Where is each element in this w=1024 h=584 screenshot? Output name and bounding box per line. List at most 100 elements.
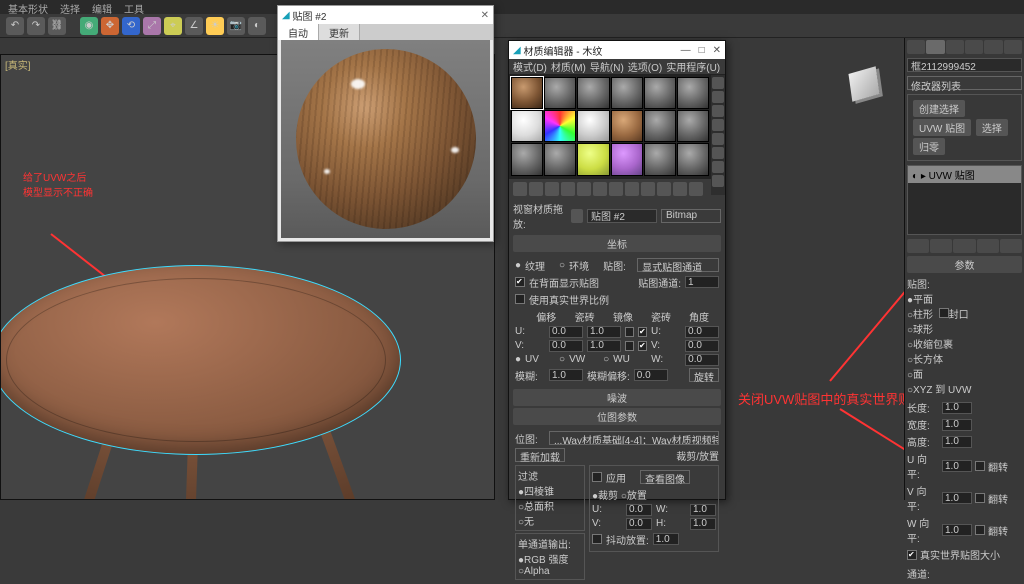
radio-environment[interactable]: 环境 [569,258,599,273]
sample-type-icon[interactable] [712,77,724,89]
map-channel-spinner[interactable] [685,276,719,288]
rotate-icon[interactable]: ⟲ [122,17,140,35]
w-angle-spinner[interactable] [685,354,719,366]
menu-item[interactable]: 工具 [124,1,144,13]
utile-spinner[interactable] [942,460,972,472]
mat-slot[interactable] [544,143,576,175]
cap-checkbox[interactable] [939,308,949,318]
mat-slot[interactable] [511,143,543,175]
v-tile-spinner[interactable] [587,340,621,352]
mat-slot[interactable] [677,77,709,109]
mat-slot[interactable] [577,110,609,142]
mat-slot[interactable] [544,110,576,142]
vw-radio[interactable]: VW [569,354,599,365]
mat-slot[interactable] [644,110,676,142]
alpha-radio[interactable]: Alpha [524,566,550,577]
get-material-icon[interactable] [513,182,527,196]
mat-slot[interactable] [511,110,543,142]
cylindrical-radio[interactable]: 柱形 [913,310,933,321]
create-tab-icon[interactable] [907,40,925,54]
apply-crop-checkbox[interactable] [592,472,602,482]
flip-w-checkbox[interactable] [975,525,985,535]
spherical-radio[interactable]: 球形 [913,325,933,336]
mat-slot[interactable] [611,77,643,109]
box-radio[interactable]: 长方体 [913,355,943,366]
material-icon[interactable]: ◐ [248,17,266,35]
mat-slot[interactable] [677,110,709,142]
mat-id-icon[interactable] [625,182,639,196]
menu-utils[interactable]: 实用程序(U) [666,59,720,74]
v-mirror-checkbox[interactable] [625,341,634,351]
viewcube[interactable] [844,64,884,104]
display-tab-icon[interactable] [984,40,1002,54]
light-icon[interactable]: ☀ [206,17,224,35]
v-offset-spinner[interactable] [549,340,583,352]
mat-slot[interactable] [644,143,676,175]
filter-summed-radio[interactable]: 总面积 [524,502,554,513]
material-name-input[interactable] [587,209,657,223]
filter-pyramidal-radio[interactable]: 四棱锥 [524,487,554,498]
modifier-stack[interactable]: ◐ ▸ UVW 贴图 [907,165,1022,235]
link-icon[interactable]: ⛓ [48,17,66,35]
reload-button[interactable]: 重新加载 [515,448,565,462]
redo-icon[interactable]: ↷ [27,17,45,35]
preview-icon[interactable] [712,147,724,159]
crop-u-spinner[interactable] [626,504,652,516]
eyedropper-icon[interactable] [571,209,583,223]
make-unique-icon[interactable] [953,239,975,253]
remove-modifier-icon[interactable] [977,239,999,253]
assign-icon[interactable] [545,182,559,196]
bitmap-path-button[interactable]: ...Way材质基础[4-4]：Way材质视频特殊1293wh147.jpg [549,431,719,445]
v-angle-spinner[interactable] [685,340,719,352]
filter-none-radio[interactable]: 无 [524,517,534,528]
stack-item-uvw[interactable]: ◐ ▸ UVW 贴图 [908,166,1021,183]
close-icon[interactable]: ✕ [481,10,489,21]
main-menubar[interactable]: 基本形状 选择 编辑 工具 [0,0,1024,14]
put-to-scene-icon[interactable] [529,182,543,196]
hierarchy-tab-icon[interactable] [946,40,964,54]
configure-sets-icon[interactable] [1000,239,1022,253]
snap-icon[interactable]: ⌖ [164,17,182,35]
close-icon[interactable]: ✕ [713,45,721,56]
angle-snap-icon[interactable]: ∠ [185,17,203,35]
minimize-icon[interactable]: — [681,45,691,56]
create-selection-button[interactable]: 创建选择 [913,100,965,117]
show-end-icon[interactable] [657,182,671,196]
vtile-spinner[interactable] [942,492,972,504]
mapping-dropdown[interactable]: 显式贴图通道 [637,258,719,272]
scale-icon[interactable]: ⤢ [143,17,161,35]
rotate-button[interactable]: 旋转 [689,368,719,382]
object-name-input[interactable] [907,58,1022,72]
mat-slot[interactable] [611,143,643,175]
mat-slot[interactable] [611,110,643,142]
maximize-icon[interactable]: □ [699,45,705,56]
jitter-checkbox[interactable] [592,534,602,544]
planar-radio[interactable]: 平面 [913,295,933,306]
crop-h-spinner[interactable] [690,518,716,530]
move-icon[interactable]: ✥ [101,17,119,35]
mat-slot[interactable] [577,143,609,175]
mat-titlebar[interactable]: ◢ 材质编辑器 - 木纹 — □ ✕ [509,41,725,59]
menu-mode[interactable]: 模式(D) [513,59,547,74]
radio-texture[interactable]: 纹理 [525,258,555,273]
select-by-mat-icon[interactable] [712,175,724,187]
background-icon[interactable] [712,105,724,117]
material-type-button[interactable]: Bitmap [661,209,721,223]
modify-tab-icon[interactable] [926,40,944,54]
pin-stack-icon[interactable] [907,239,929,253]
menu-item[interactable]: 选择 [60,1,80,13]
show-in-vp-icon[interactable] [641,182,655,196]
show-end-result-icon[interactable] [930,239,952,253]
backlight-icon[interactable] [712,91,724,103]
crop-v-spinner[interactable] [626,518,652,530]
jitter-spinner[interactable] [653,533,679,545]
mat-slot[interactable] [677,143,709,175]
section-noise[interactable]: 噪波 [513,389,721,406]
undo-icon[interactable]: ↶ [6,17,24,35]
mat-menubar[interactable]: 模式(D) 材质(M) 导航(N) 选项(O) 实用程序(U) [509,59,725,75]
menu-item[interactable]: 基本形状 [8,1,48,13]
wu-radio[interactable]: WU [613,354,643,365]
u-mirror-checkbox[interactable] [625,327,634,337]
menu-nav[interactable]: 导航(N) [590,59,624,74]
preview-titlebar[interactable]: ◢ 贴图 #2 ✕ [278,6,493,24]
